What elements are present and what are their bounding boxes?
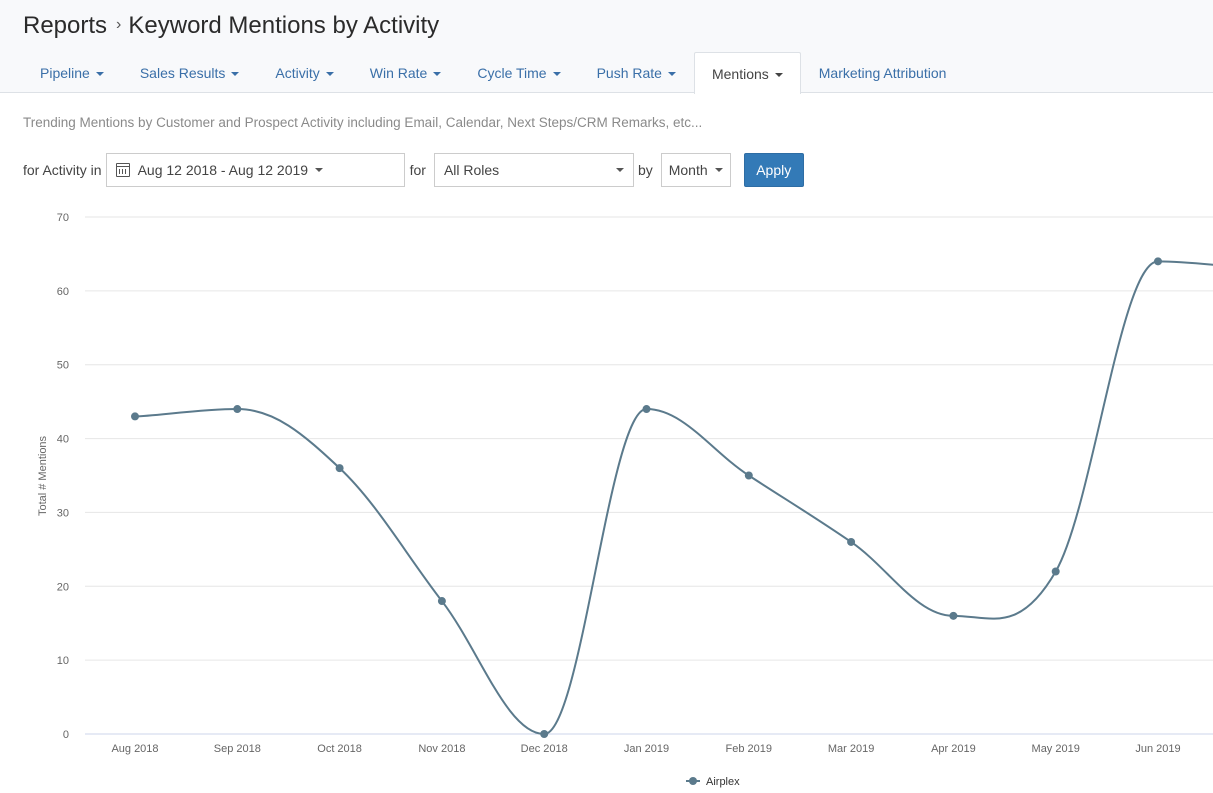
- data-point: [642, 405, 651, 414]
- caret-down-icon: [325, 72, 334, 76]
- x-tick-label: Nov 2018: [418, 743, 465, 755]
- filter-bar: for Activity in Aug 12 2018 - Aug 12 201…: [23, 153, 804, 187]
- tab-label: Sales Results: [139, 65, 226, 81]
- tab-label: Activity: [275, 65, 320, 81]
- date-range-value: Aug 12 2018 - Aug 12 2019: [137, 162, 309, 178]
- tab-pipeline[interactable]: Pipeline: [22, 52, 122, 93]
- caret-down-icon: [714, 168, 723, 172]
- date-range-picker[interactable]: Aug 12 2018 - Aug 12 2019: [105, 153, 405, 187]
- x-tick-label: Dec 2018: [521, 743, 568, 755]
- y-tick-label: 40: [57, 434, 69, 446]
- report-tabs: Pipeline Sales Results Activity Win Rate Cyc…: [22, 52, 965, 94]
- tab-cycle-time[interactable]: Cycle Time: [459, 52, 578, 93]
- caret-down-icon: [667, 72, 676, 76]
- tab-sales-results[interactable]: Sales Results: [122, 52, 258, 93]
- y-tick-label: 30: [57, 507, 69, 519]
- y-tick-label: 10: [57, 655, 69, 667]
- x-tick-label: Jan 2019: [624, 743, 669, 755]
- data-point: [1051, 567, 1060, 576]
- x-tick-label: May 2019: [1032, 743, 1080, 755]
- y-tick-label: 50: [57, 360, 69, 372]
- y-tick-label: 60: [57, 286, 69, 298]
- data-point: [233, 405, 242, 414]
- data-point: [540, 730, 549, 738]
- data-point: [437, 597, 446, 606]
- report-subtitle: Trending Mentions by Customer and Prospe…: [23, 115, 703, 130]
- legend-point-marker: [689, 777, 697, 785]
- y-tick-label: 20: [57, 581, 69, 593]
- x-tick-label: Jun 2019: [1135, 743, 1180, 755]
- x-tick-label: Apr 2019: [931, 743, 976, 755]
- by-label: by: [637, 162, 653, 178]
- tab-label: Mentions: [711, 65, 769, 82]
- calendar-icon: [115, 163, 130, 177]
- period-select-value: Month: [668, 162, 708, 178]
- x-tick-label: Sep 2018: [214, 743, 261, 755]
- series-line-airplex: [134, 260, 1213, 736]
- roles-select-value: All Roles: [443, 162, 500, 178]
- tab-mentions[interactable]: Mentions: [693, 52, 801, 94]
- page-title: Keyword Mentions by Activity: [128, 12, 440, 39]
- data-point: [131, 412, 139, 421]
- x-tick-label: Oct 2018: [317, 743, 362, 755]
- caret-down-icon: [615, 168, 624, 172]
- x-tick-label: Mar 2019: [828, 743, 874, 755]
- activity-label: for Activity in: [23, 162, 102, 178]
- caret-down-icon: [315, 168, 324, 172]
- tab-label: Pipeline: [40, 65, 90, 81]
- roles-select[interactable]: All Roles: [433, 153, 634, 187]
- tab-label: Cycle Time: [477, 65, 547, 81]
- caret-down-icon: [231, 72, 240, 76]
- x-tick-label: Aug 2018: [111, 743, 158, 755]
- tab-label: Push Rate: [596, 65, 662, 81]
- caret-down-icon: [95, 72, 104, 76]
- page-header: Reports › Keyword Mentions by Activity P…: [0, 0, 1213, 94]
- tab-marketing-attribution[interactable]: Marketing Attribution: [801, 52, 965, 93]
- tab-activity[interactable]: Activity: [257, 52, 351, 93]
- data-point: [335, 464, 344, 473]
- data-point: [847, 537, 856, 546]
- y-tick-label: 70: [57, 212, 69, 224]
- tab-win-rate[interactable]: Win Rate: [352, 52, 460, 93]
- data-point: [1154, 257, 1162, 266]
- y-axis-title: Total # Mentions: [37, 435, 49, 516]
- legend-label: Airplex: [706, 776, 740, 788]
- data-point: [949, 611, 958, 620]
- chevron-right-icon: ›: [116, 16, 122, 33]
- for-label: for: [409, 162, 426, 178]
- mentions-line-chart: 0 10 20 30 40 50 60 70 Total # Mentions Aug 2018 S…: [37, 212, 1213, 788]
- breadcrumb: Reports › Keyword Mentions by Activity: [23, 12, 439, 40]
- y-tick-label: 0: [63, 729, 69, 741]
- caret-down-icon: [552, 72, 561, 76]
- breadcrumb-root[interactable]: Reports: [23, 12, 107, 40]
- tab-label: Win Rate: [369, 65, 428, 81]
- caret-down-icon: [433, 72, 442, 76]
- tab-push-rate[interactable]: Push Rate: [579, 52, 694, 93]
- caret-down-icon: [774, 72, 783, 77]
- apply-button[interactable]: Apply: [743, 153, 804, 187]
- data-point: [744, 471, 753, 480]
- tab-label: Marketing Attribution: [818, 65, 947, 81]
- period-select[interactable]: Month: [660, 153, 731, 187]
- x-tick-label: Feb 2019: [726, 743, 772, 755]
